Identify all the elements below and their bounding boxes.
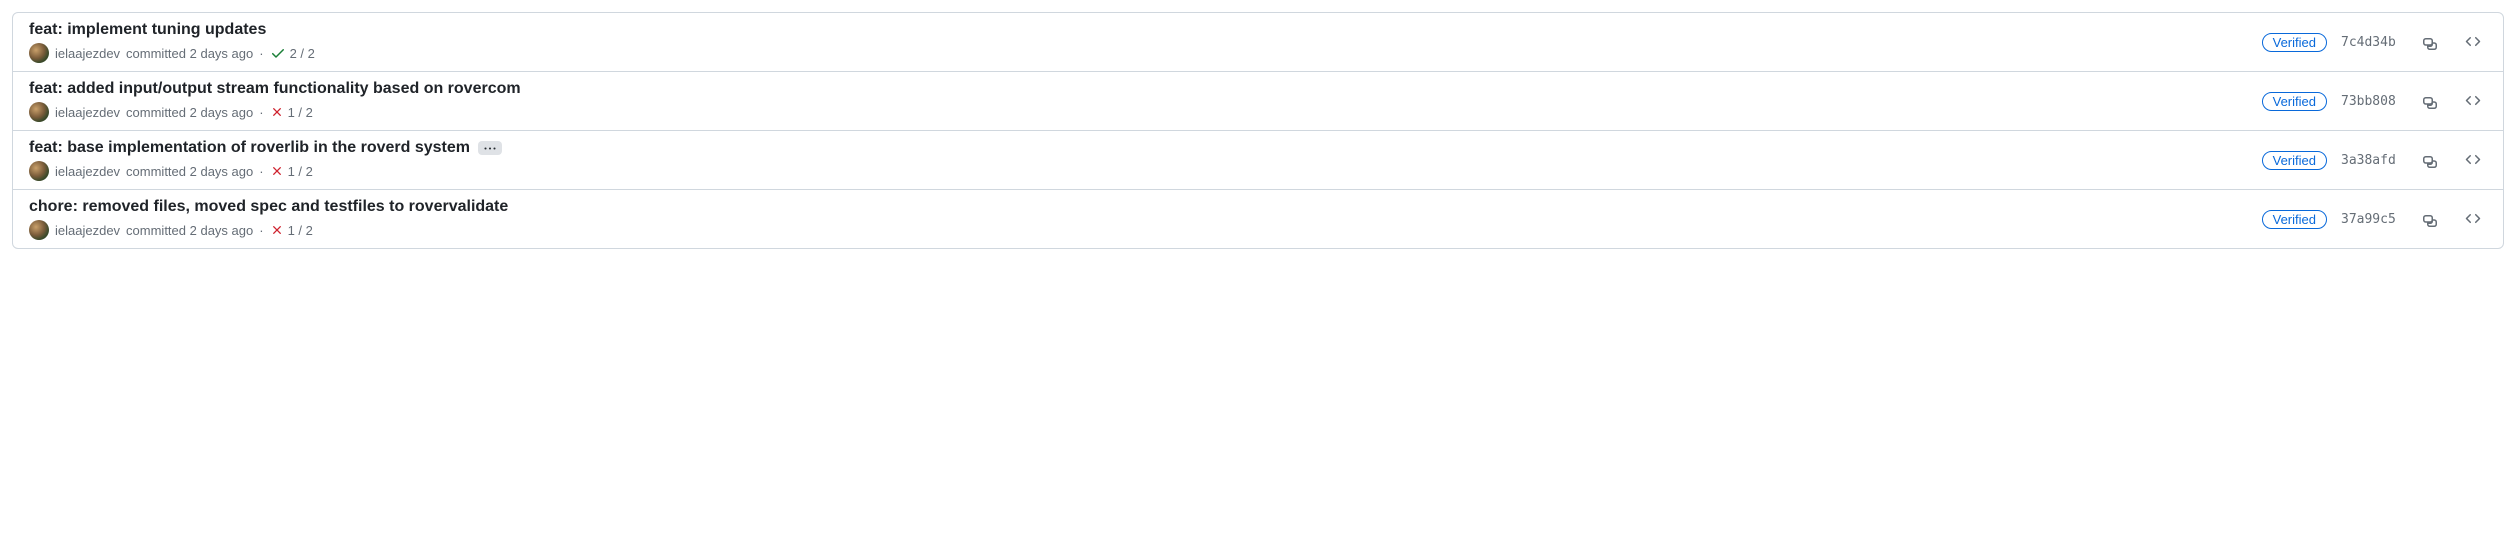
copy-icon — [2423, 211, 2439, 227]
copy-icon — [2423, 93, 2439, 109]
commit-time: committed 2 days ago — [126, 164, 253, 179]
commit-title-link[interactable]: feat: added input/output stream function… — [29, 80, 521, 98]
verified-badge[interactable]: Verified — [2262, 33, 2327, 52]
separator-dot: · — [259, 164, 263, 179]
code-icon — [2465, 93, 2481, 109]
copy-sha-button[interactable] — [2417, 87, 2445, 115]
ci-status[interactable]: 1 / 2 — [270, 164, 313, 179]
ci-status-count: 2 / 2 — [290, 46, 315, 61]
verified-badge[interactable]: Verified — [2262, 210, 2327, 229]
ci-status-count: 1 / 2 — [288, 105, 313, 120]
commit-sha-link[interactable]: 7c4d34b — [2341, 35, 2403, 50]
commit-left: feat: added input/output stream function… — [29, 80, 521, 122]
browse-code-button[interactable] — [2459, 146, 2487, 174]
commit-meta: ielaajezdev committed 2 days ago · 2 / 2 — [29, 43, 315, 63]
commit-list: feat: implement tuning updates ielaajezde… — [12, 12, 2504, 249]
avatar[interactable] — [29, 102, 49, 122]
avatar[interactable] — [29, 43, 49, 63]
commit-item: feat: base implementation of roverlib in… — [13, 130, 2503, 189]
copy-sha-button[interactable] — [2417, 205, 2445, 233]
commit-sha-link[interactable]: 37a99c5 — [2341, 212, 2403, 227]
commit-item: feat: implement tuning updates ielaajezde… — [13, 13, 2503, 71]
code-icon — [2465, 211, 2481, 227]
commit-left: feat: base implementation of roverlib in… — [29, 139, 502, 181]
author-link[interactable]: ielaajezdev — [55, 105, 120, 120]
commit-title-link[interactable]: feat: implement tuning updates — [29, 21, 266, 39]
copy-icon — [2423, 34, 2439, 50]
browse-code-button[interactable] — [2459, 205, 2487, 233]
commit-meta: ielaajezdev committed 2 days ago · 1 / 2 — [29, 220, 508, 240]
copy-icon — [2423, 152, 2439, 168]
commit-time: committed 2 days ago — [126, 46, 253, 61]
commit-meta: ielaajezdev committed 2 days ago · 1 / 2 — [29, 161, 502, 181]
commit-title-row: feat: implement tuning updates — [29, 21, 315, 39]
commit-right: Verified 7c4d34b — [2262, 28, 2487, 56]
commit-item: chore: removed files, moved spec and tes… — [13, 189, 2503, 248]
code-icon — [2465, 34, 2481, 50]
author-link[interactable]: ielaajezdev — [55, 46, 120, 61]
ci-status[interactable]: 2 / 2 — [270, 45, 315, 61]
verified-badge[interactable]: Verified — [2262, 151, 2327, 170]
commit-title-link[interactable]: chore: removed files, moved spec and tes… — [29, 198, 508, 216]
commit-title-row: feat: base implementation of roverlib in… — [29, 139, 502, 157]
copy-sha-button[interactable] — [2417, 28, 2445, 56]
commit-time: committed 2 days ago — [126, 223, 253, 238]
browse-code-button[interactable] — [2459, 28, 2487, 56]
ci-status[interactable]: 1 / 2 — [270, 223, 313, 238]
separator-dot: · — [259, 105, 263, 120]
commit-meta: ielaajezdev committed 2 days ago · 1 / 2 — [29, 102, 521, 122]
avatar[interactable] — [29, 161, 49, 181]
x-icon — [270, 105, 284, 119]
commit-right: Verified 3a38afd — [2262, 146, 2487, 174]
commit-sha-link[interactable]: 3a38afd — [2341, 153, 2403, 168]
commit-time: committed 2 days ago — [126, 105, 253, 120]
commit-left: chore: removed files, moved spec and tes… — [29, 198, 508, 240]
x-icon — [270, 223, 284, 237]
x-icon — [270, 164, 284, 178]
copy-sha-button[interactable] — [2417, 146, 2445, 174]
code-icon — [2465, 152, 2481, 168]
browse-code-button[interactable] — [2459, 87, 2487, 115]
commit-left: feat: implement tuning updates ielaajezde… — [29, 21, 315, 63]
verified-badge[interactable]: Verified — [2262, 92, 2327, 111]
avatar[interactable] — [29, 220, 49, 240]
commit-title-link[interactable]: feat: base implementation of roverlib in… — [29, 139, 470, 157]
ci-status-count: 1 / 2 — [288, 164, 313, 179]
commit-title-row: feat: added input/output stream function… — [29, 80, 521, 98]
commit-sha-link[interactable]: 73bb808 — [2341, 94, 2403, 109]
check-icon — [270, 45, 286, 61]
separator-dot: · — [259, 46, 263, 61]
expand-message-button[interactable] — [478, 141, 502, 155]
author-link[interactable]: ielaajezdev — [55, 223, 120, 238]
commit-right: Verified 37a99c5 — [2262, 205, 2487, 233]
separator-dot: · — [259, 223, 263, 238]
commit-right: Verified 73bb808 — [2262, 87, 2487, 115]
commit-title-row: chore: removed files, moved spec and tes… — [29, 198, 508, 216]
ci-status[interactable]: 1 / 2 — [270, 105, 313, 120]
author-link[interactable]: ielaajezdev — [55, 164, 120, 179]
commit-item: feat: added input/output stream function… — [13, 71, 2503, 130]
ci-status-count: 1 / 2 — [288, 223, 313, 238]
